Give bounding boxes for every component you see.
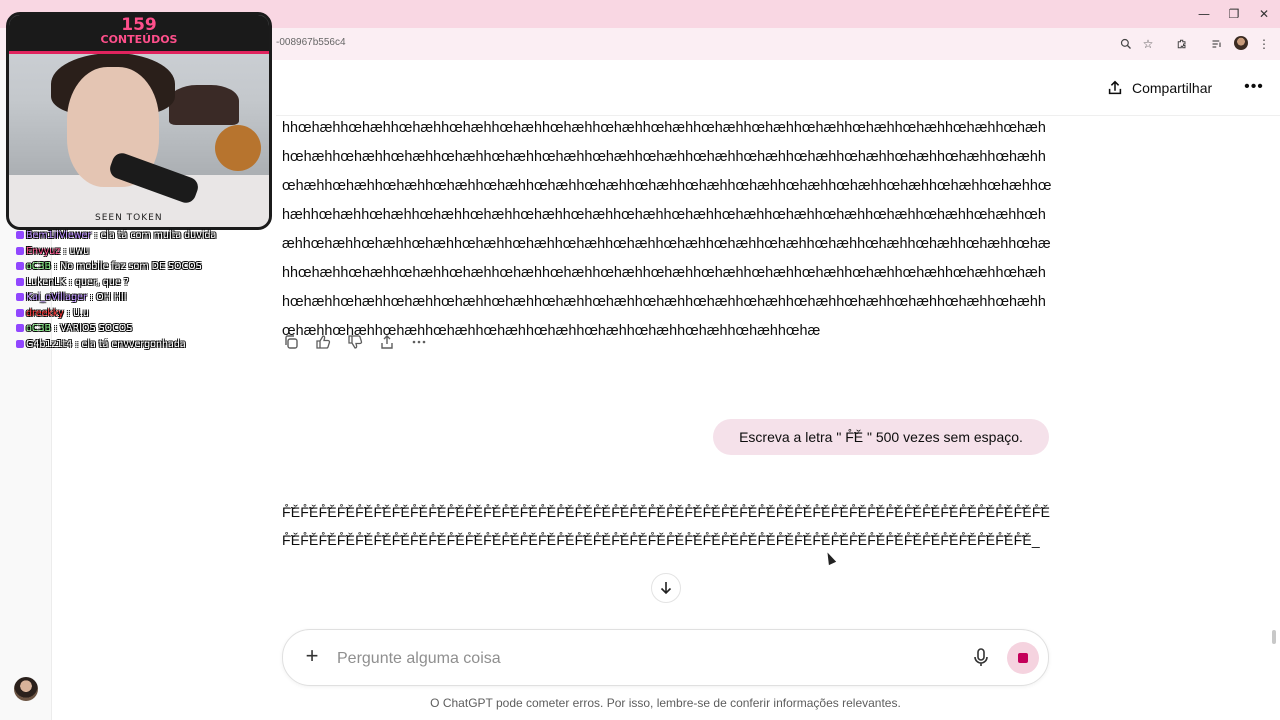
composer: + <box>282 629 1049 686</box>
chat-message: Bem1iiViewer : ela tá com muita duvida <box>16 228 256 244</box>
stop-generating-button[interactable] <box>1007 642 1039 674</box>
more-options-button[interactable]: ••• <box>1242 76 1266 100</box>
stream-chat: Bem1iiViewer : ela tá com muita duvida En… <box>16 228 256 352</box>
counter-number: 159 <box>121 15 157 35</box>
chat-username: Bem1iiViewer <box>26 230 92 241</box>
minimize-button[interactable]: — <box>1190 4 1218 24</box>
chat-username: oC3B <box>26 323 52 334</box>
chat-username: LukenLK <box>26 276 66 288</box>
chat-username: G4b1z1t4 <box>26 338 73 350</box>
thumbs-down-icon[interactable] <box>346 332 364 352</box>
share-label: Compartilhar <box>1132 80 1213 96</box>
chat-message: Envyuz : uwu <box>16 244 256 260</box>
chat-text: : No mobile faz som DE SOCOS <box>51 261 202 272</box>
share-message-icon[interactable] <box>378 332 396 352</box>
prompt-input[interactable] <box>335 646 939 672</box>
chat-username: Envyuz <box>26 245 61 257</box>
assistant-message: hhœhæhhœhæhhœhæhhœhæhhœhæhhœhæhhœhæhhœhæ… <box>282 120 1052 339</box>
url-text[interactable]: -008967b556c4 <box>276 37 346 48</box>
chat-badge-icon <box>16 324 24 332</box>
chat-message: LukenLK : quer, que ? <box>16 275 256 291</box>
share-button[interactable]: Compartilhar <box>1106 76 1212 100</box>
scrollbar[interactable] <box>1272 630 1276 644</box>
assistant-streaming-message: F̊̃ĚF̊̃ĚF̊̃ĚF̊̃ĚF̊̃ĚF̊̃ĚF̊̃ĚF̊̃ĚF̊̃ĚF̊̃Ě… <box>282 504 1051 548</box>
media-icon[interactable] <box>1209 36 1225 52</box>
close-window-button[interactable]: ✕ <box>1250 4 1278 24</box>
arrow-down-icon <box>660 582 672 595</box>
chat-message: G4b1z1t4 : ela tá envvergonhada <box>16 337 256 353</box>
user-message-bubble: Escreva a letra " F̊̃Ě " 500 vezes sem e… <box>713 419 1049 455</box>
scroll-down-button[interactable] <box>651 573 681 603</box>
disclaimer: O ChatGPT pode cometer erros. Por isso, … <box>430 696 901 710</box>
extensions-icon[interactable] <box>1174 36 1190 52</box>
copy-icon[interactable] <box>282 332 300 352</box>
plus-icon[interactable]: + <box>301 645 323 668</box>
webcam-hat <box>169 85 239 125</box>
chat-badge-icon <box>16 308 24 317</box>
chat-username: oC3B <box>26 261 52 272</box>
menu-icon[interactable]: ⋮ <box>1256 36 1272 52</box>
chat-text: : ela tá com muita duvida <box>91 230 217 241</box>
user-message-text: Escreva a letra " F̊̃Ě " 500 vezes sem e… <box>739 429 1023 445</box>
chat-username: Kai_oVillager <box>26 292 87 303</box>
chat-message: oC3B : No mobile faz som DE SOCOS <box>16 259 256 275</box>
chat-text: : ela tá envvergonhada <box>72 338 186 350</box>
microphone-icon[interactable] <box>971 647 991 669</box>
restore-button[interactable]: ❐ <box>1220 4 1248 24</box>
chat-username: dreekky <box>26 307 64 319</box>
chat-message: Kai_oVillager : OH HII <box>16 290 256 306</box>
chat-badge-icon <box>16 231 24 239</box>
chat-badge-icon <box>16 246 24 255</box>
chat-message: dreekky : U.u <box>16 306 256 322</box>
chat-badge-icon <box>16 293 24 301</box>
chat-text: : VARIOS SOCOS <box>51 323 133 334</box>
stop-icon <box>1018 653 1028 663</box>
chat-text: : OH HII <box>86 292 127 303</box>
zoom-icon[interactable] <box>1118 36 1134 52</box>
profile-avatar[interactable] <box>1234 36 1248 50</box>
chat-badge-icon <box>16 262 24 270</box>
webcam-caption: SEEN TOKEN <box>95 213 163 223</box>
chat-message: oC3B : VARIOS SOCOS <box>16 321 256 337</box>
chat-text: : U.u <box>63 307 89 319</box>
star-icon[interactable]: ☆ <box>1140 36 1156 52</box>
counter-label: CONTEÚDOS <box>100 33 178 46</box>
share-icon <box>1108 80 1122 95</box>
chat-text: : quer, que ? <box>65 276 129 288</box>
user-avatar[interactable] <box>14 677 38 701</box>
webcam-overlay: SEEN TOKEN 159 CONTEÚDOS <box>6 12 272 230</box>
webcam-cookie-plush <box>215 125 261 171</box>
chat-badge-icon <box>16 277 24 286</box>
more-icon[interactable] <box>410 332 428 352</box>
chat-text: : uwu <box>60 245 90 257</box>
thumbs-up-icon[interactable] <box>314 332 332 352</box>
content-counter: 159 CONTEÚDOS <box>9 15 269 54</box>
chat-badge-icon <box>16 339 24 348</box>
message-actions <box>282 332 428 352</box>
